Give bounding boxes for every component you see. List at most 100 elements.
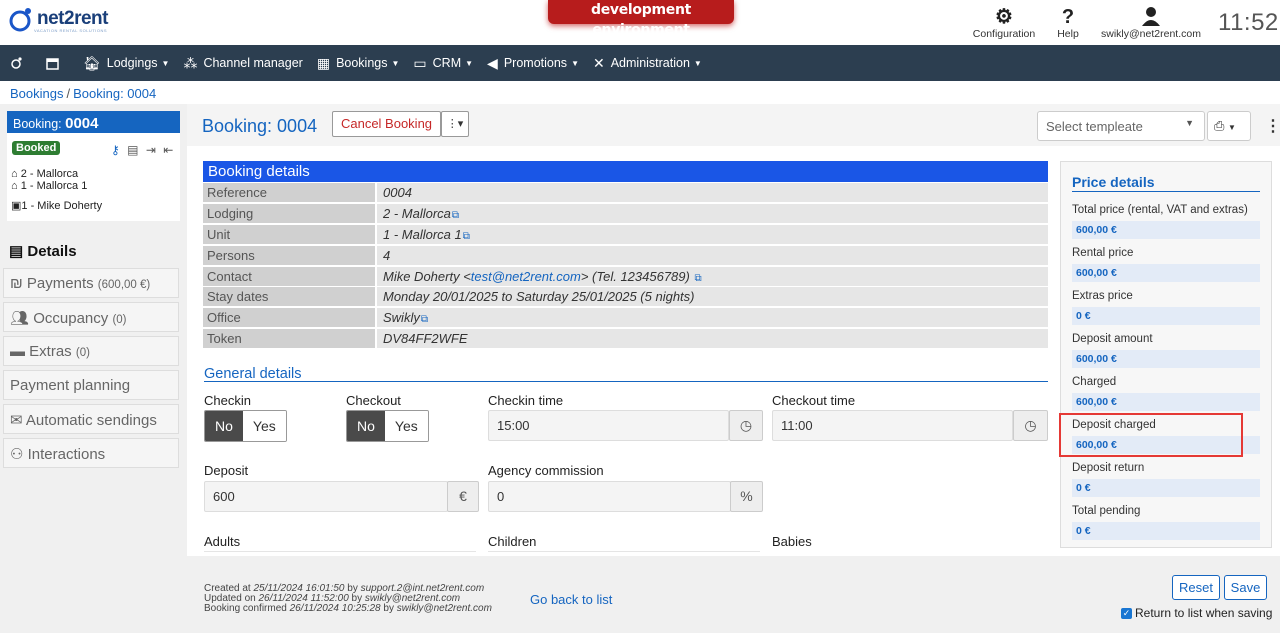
contact-email-link[interactable]: test@net2rent.com [471, 269, 581, 284]
detail-row-office: Office Swikly⧉ [203, 308, 1048, 328]
kebab-menu-icon[interactable]: ⋮ [1265, 116, 1280, 136]
user-menu[interactable]: swikly@net2rent.com [1094, 6, 1208, 40]
card-unit-label: 1 - Mallorca 1 [20, 180, 88, 192]
agency-commission-label: Agency commission [488, 463, 604, 478]
price-label-total-pending: Total pending [1072, 505, 1141, 517]
logo-mark-icon [9, 8, 31, 32]
detail-value: Monday 20/01/2025 to Saturday 25/01/2025… [377, 287, 1048, 307]
detail-value: DV84FF2WFE [377, 329, 1048, 349]
tab-payment-planning[interactable]: Payment planning [3, 370, 179, 400]
nav-channel-manager[interactable]: ⁂ Channel manager [183, 55, 302, 72]
tab-extras[interactable]: ▬ Extras (0) [3, 336, 179, 366]
price-value-total-pending: 0 € [1072, 522, 1260, 540]
calendar-icon[interactable] [46, 57, 59, 70]
checkin-time-input[interactable]: 15:00 [488, 410, 729, 441]
checkout-toggle[interactable]: No Yes [346, 410, 429, 442]
checkout-yes-option[interactable]: Yes [384, 411, 428, 441]
booking-card-prefix: Booking: [13, 117, 66, 131]
detail-key: Persons [203, 246, 375, 266]
detail-value: 2 - Mallorca⧉ [377, 204, 1048, 224]
help-button[interactable]: ? Help [1052, 6, 1084, 40]
home-icon: ⌂ [11, 168, 18, 180]
detail-value-text: DV84FF2WFE [383, 331, 468, 346]
nav-bookings[interactable]: ▦ Bookings ▼ [317, 55, 400, 72]
tab-automatic-sendings[interactable]: ✉ Automatic sendings [3, 404, 179, 434]
template-select-placeholder: Select templeate [1046, 119, 1143, 134]
money-icon: ₪ [10, 275, 23, 292]
price-details-title: Price details [1072, 174, 1260, 192]
nav-administration[interactable]: ✕ Administration ▼ [593, 55, 702, 72]
clock-icon[interactable]: ◷ [729, 410, 763, 441]
key-icon[interactable]: ⚷ [111, 143, 122, 157]
agency-commission-input[interactable]: 0 [488, 481, 731, 512]
tab-occupancy-label: Occupancy [33, 310, 109, 327]
print-button[interactable]: ⎙ ▼ [1207, 111, 1251, 141]
nav-promotions[interactable]: ◀ Promotions ▼ [487, 55, 579, 72]
checkin-icon[interactable]: ⇥ [146, 143, 158, 157]
deposit-input[interactable]: 600 [204, 481, 448, 512]
checkin-toggle[interactable]: No Yes [204, 410, 287, 442]
tab-automatic-sendings-label: Automatic sendings [25, 412, 157, 429]
card-lodging[interactable]: ⌂ 2 - Mallorca [11, 168, 78, 180]
detail-key: Contact [203, 267, 375, 287]
card-unit[interactable]: ⌂ 1 - Mallorca 1 [11, 180, 87, 192]
tab-details[interactable]: ▤ Details [3, 236, 179, 266]
breadcrumb-root[interactable]: Bookings [10, 86, 63, 101]
external-link-icon[interactable]: ⧉ [421, 314, 428, 325]
clock: 11:52 [1218, 9, 1279, 36]
breadcrumb-separator: / [66, 86, 71, 101]
price-value-deposit-amount: 600,00 € [1072, 350, 1260, 368]
card-client[interactable]: ▣1 - Mike Doherty [11, 199, 102, 212]
chevron-down-icon: ▼ [391, 58, 400, 68]
chevron-down-icon: ▼ [693, 58, 702, 68]
external-link-icon[interactable]: ⧉ [452, 210, 459, 221]
save-button[interactable]: Save [1224, 575, 1267, 600]
breadcrumb-current[interactable]: Booking: 0004 [73, 86, 156, 101]
nav-crm[interactable]: ▭ CRM ▼ [413, 55, 473, 72]
contact-name: Mike Doherty < [383, 269, 471, 284]
nav-lodgings[interactable]: 🏠︎ Lodgings ▼ [83, 55, 169, 72]
tab-interactions[interactable]: ⚇ Interactions [3, 438, 179, 468]
confirmed-by-prefix: by [380, 603, 397, 614]
more-actions-button[interactable]: ⋮▾ [441, 111, 469, 137]
users-icon: 👥︎ [10, 310, 30, 327]
nav-crm-label: CRM [432, 56, 462, 70]
price-label-extras: Extras price [1072, 290, 1133, 302]
return-to-list-checkbox[interactable]: ✓ Return to list when saving [1121, 606, 1272, 620]
external-link-icon[interactable]: ⧉ [463, 231, 470, 242]
configuration-button[interactable]: ⚙ Configuration [968, 6, 1040, 40]
card-actions: ⚷ ▤ ⇥ ⇤ [111, 143, 175, 157]
checkbox-checked-icon[interactable]: ✓ [1121, 607, 1132, 619]
mail-icon: ✉ [10, 412, 23, 429]
detail-value: Mike Doherty <test@net2rent.com> (Tel. 1… [377, 267, 1048, 287]
tab-occupancy[interactable]: 👥︎ Occupancy (0) [3, 302, 179, 332]
chevron-down-icon: ▼ [1185, 118, 1194, 128]
external-link-icon[interactable]: ⧉ [694, 273, 701, 284]
detail-key: Stay dates [203, 287, 375, 307]
reset-button[interactable]: Reset [1172, 575, 1220, 600]
back-to-list-link[interactable]: Go back to list [530, 592, 612, 607]
checkin-yes-option[interactable]: Yes [242, 411, 286, 441]
tab-payment-planning-label: Payment planning [10, 377, 131, 394]
checkout-time-input[interactable]: 11:00 [772, 410, 1013, 441]
confirmed-prefix: Booking confirmed [204, 603, 290, 614]
home-icon: 🏠︎ [83, 54, 101, 71]
children-input[interactable] [488, 551, 760, 552]
tab-payments[interactable]: ₪ Payments (600,00 €) [3, 268, 179, 298]
checkout-no-option[interactable]: No [347, 411, 385, 441]
clock-icon[interactable]: ◷ [1013, 410, 1048, 441]
children-label: Children [488, 534, 537, 549]
checkin-no-option[interactable]: No [205, 411, 243, 441]
id-card-icon: ▭ [413, 54, 427, 71]
card-client-label: 1 - Mike Doherty [21, 200, 103, 212]
adults-input[interactable] [204, 551, 476, 552]
gear-icon: ⚙ [995, 6, 1013, 28]
home-logo-icon[interactable] [10, 56, 24, 70]
checkout-icon[interactable]: ⇤ [163, 143, 175, 157]
template-select[interactable]: Select templeate ▼ [1037, 111, 1205, 141]
price-value-rental: 600,00 € [1072, 264, 1260, 282]
detail-value: Swikly⧉ [377, 308, 1048, 328]
interactions-icon: ⚇ [10, 446, 24, 463]
cancel-booking-button[interactable]: Cancel Booking [332, 111, 441, 137]
document-icon[interactable]: ▤ [127, 143, 140, 157]
